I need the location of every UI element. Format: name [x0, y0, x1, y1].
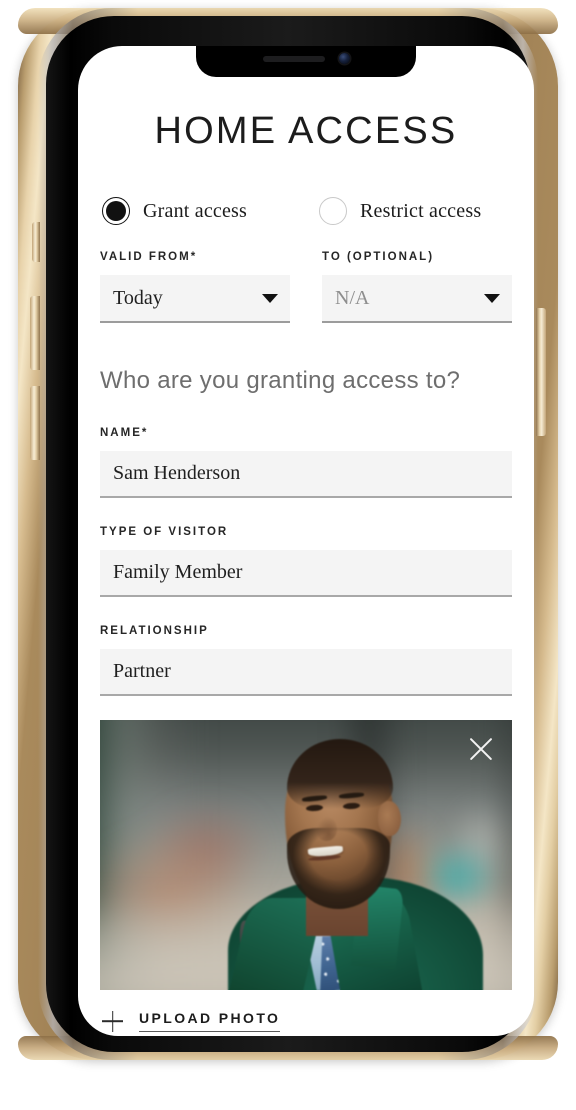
section-heading: Who are you granting access to? [100, 367, 461, 394]
valid-to-field-group: TO (OPTIONAL) N/A [322, 251, 512, 323]
plus-icon [102, 1011, 123, 1032]
visitor-photo-preview [100, 720, 512, 990]
photo-subject [100, 720, 512, 990]
radio-option-grant-access[interactable]: Grant access [102, 197, 247, 225]
name-label: NAME* [100, 427, 149, 439]
subject-ear [378, 801, 401, 837]
valid-from-value: Today [113, 286, 163, 309]
valid-to-label: TO (OPTIONAL) [322, 251, 435, 263]
app-content: HOME ACCESS Grant access Restrict access… [78, 46, 534, 1036]
access-mode-radio-group: Grant access Restrict access [100, 197, 512, 225]
upload-photo-button[interactable]: UPLOAD PHOTO [100, 1010, 512, 1032]
name-input[interactable]: Sam Henderson [100, 451, 512, 498]
volume-up-button[interactable] [30, 296, 40, 370]
radio-button-selected-icon[interactable] [102, 197, 130, 225]
power-button[interactable] [536, 308, 546, 436]
valid-from-select[interactable]: Today [100, 275, 290, 323]
chevron-down-icon[interactable] [262, 293, 278, 303]
phone-screen: HOME ACCESS Grant access Restrict access… [78, 46, 534, 1036]
valid-from-label: VALID FROM* [100, 251, 198, 263]
name-field-group: NAME* Sam Henderson [100, 427, 512, 498]
silent-switch-button[interactable] [32, 222, 40, 262]
chevron-down-icon[interactable] [484, 293, 500, 303]
relationship-label: RELATIONSHIP [100, 625, 209, 637]
type-of-visitor-input[interactable]: Family Member [100, 550, 512, 597]
volume-down-button[interactable] [30, 386, 40, 460]
device-notch [196, 46, 416, 77]
phone-device-frame: HOME ACCESS Grant access Restrict access… [18, 8, 558, 1060]
validity-date-row: VALID FROM* Today TO (OPTIONAL) N/A [100, 251, 512, 323]
radio-option-restrict-access[interactable]: Restrict access [319, 197, 481, 225]
type-of-visitor-field-group: TYPE OF VISITOR Family Member [100, 526, 512, 597]
relationship-input[interactable]: Partner [100, 649, 512, 696]
relationship-field-group: RELATIONSHIP Partner [100, 625, 512, 696]
valid-to-value: N/A [335, 286, 370, 309]
valid-to-select[interactable]: N/A [322, 275, 512, 323]
radio-label-grant-access: Grant access [143, 199, 248, 222]
radio-label-restrict-access: Restrict access [360, 199, 482, 222]
radio-button-unselected-icon[interactable] [319, 197, 348, 225]
front-camera-icon [338, 53, 350, 64]
valid-from-field-group: VALID FROM* Today [100, 251, 290, 323]
page-title: HOME ACCESS [154, 110, 458, 152]
speaker-grille-icon [262, 55, 325, 62]
visitor-photo-image [100, 720, 512, 990]
upload-photo-label: UPLOAD PHOTO [139, 1010, 281, 1032]
close-icon[interactable] [466, 734, 496, 764]
type-of-visitor-label: TYPE OF VISITOR [100, 526, 229, 538]
